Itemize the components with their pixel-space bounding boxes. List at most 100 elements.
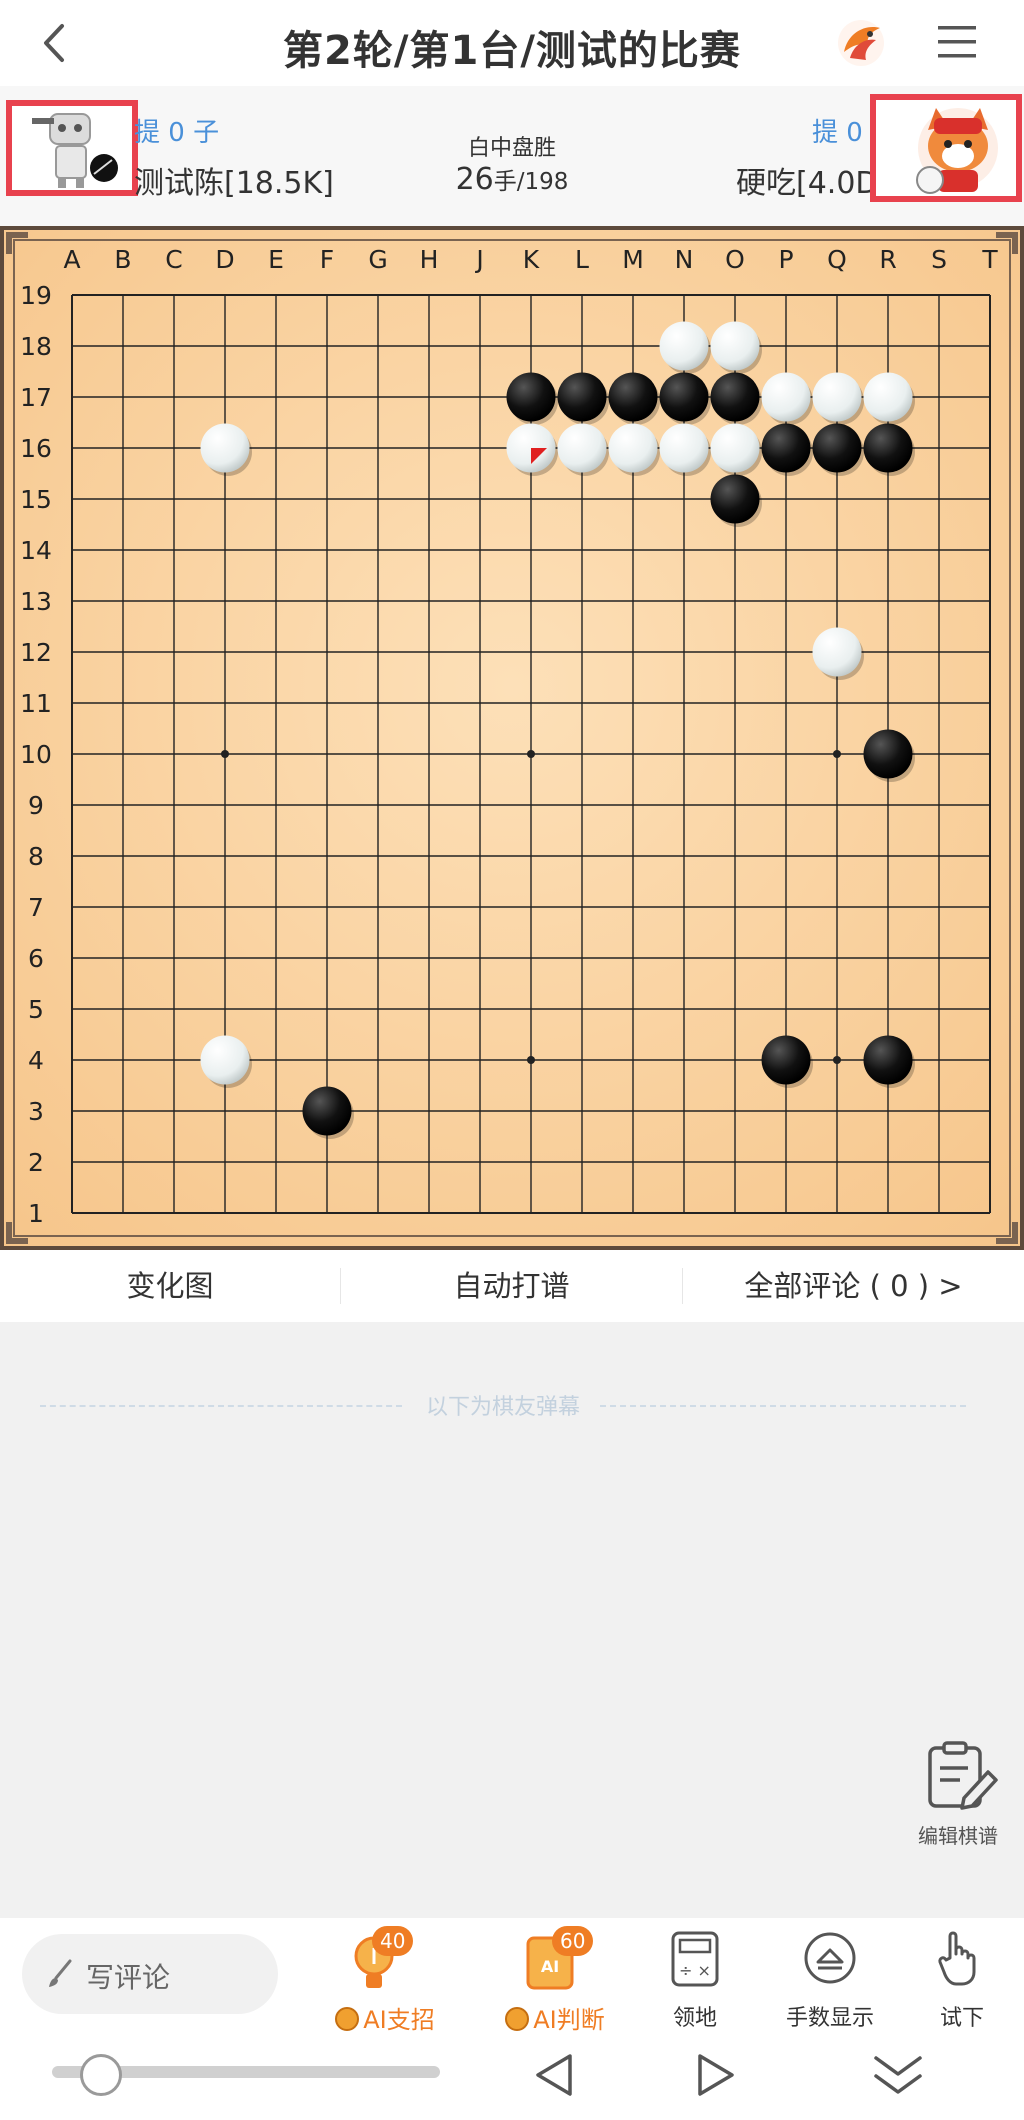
star-point [221, 750, 229, 758]
white-stone [608, 423, 658, 473]
column-label: H [420, 245, 439, 274]
white-player-avatar-highlight[interactable] [870, 94, 1022, 202]
comment-placeholder: 写评论 [86, 1961, 171, 1994]
header-bar: 第2轮/第1台/测试的比赛 [0, 0, 1024, 86]
column-label: B [114, 245, 131, 274]
black-stone [608, 372, 658, 422]
star-point [833, 1056, 841, 1064]
app-logo-icon [838, 20, 884, 66]
black-player-avatar-highlight[interactable] [6, 100, 138, 196]
column-label: N [675, 245, 694, 274]
ai-judge-icon-text: AI [541, 1957, 559, 1976]
white-stone [863, 372, 913, 422]
ai-move-label-text: AI支招 [363, 2006, 435, 2034]
ai-move-badge: 40 [372, 1926, 414, 1956]
row-label: 2 [28, 1148, 44, 1177]
ai-judge-badge: 60 [552, 1926, 594, 1956]
row-label: 12 [20, 638, 52, 667]
column-label: O [725, 245, 745, 274]
row-label: 3 [28, 1097, 44, 1126]
column-label: P [778, 245, 793, 274]
column-label: M [622, 245, 644, 274]
game-result: 白中盘胜 [467, 136, 556, 161]
move-total: 手/198 [493, 169, 569, 195]
white-stone [812, 627, 862, 677]
column-label: L [575, 245, 589, 274]
move-slider-thumb[interactable] [80, 2054, 122, 2096]
next-move-icon[interactable] [690, 2050, 740, 2100]
ai-judge-label: AI判断 [470, 2000, 640, 2035]
menu-icon[interactable] [935, 20, 979, 64]
calculator-icon: ÷ × [671, 1931, 719, 1987]
row-label: 7 [28, 893, 44, 922]
column-label: E [268, 245, 284, 274]
brush-icon [49, 1959, 72, 1987]
column-label: J [474, 245, 483, 274]
black-stone [863, 1035, 913, 1085]
white-stone [761, 372, 811, 422]
try-label: 试下 [939, 2006, 984, 2031]
column-label: G [368, 245, 387, 274]
row-label: 14 [20, 536, 52, 565]
black-stone [506, 372, 556, 422]
svg-text:÷ ×: ÷ × [679, 1961, 711, 1980]
black-stone [812, 423, 862, 473]
black-player-name: 测试陈[18.5K] [134, 166, 334, 201]
robot-avatar [12, 106, 132, 190]
edit-record-label: 编辑棋谱 [918, 1824, 998, 1848]
current-move: 26 [455, 162, 494, 197]
star-point [833, 750, 841, 758]
try-button[interactable]: 试下 [912, 1918, 1012, 2038]
ai-move-label: AI支招 [300, 2000, 470, 2035]
white-stone [200, 1035, 250, 1085]
fox-avatar [876, 100, 1016, 196]
column-label: D [215, 245, 234, 274]
coin-icon [505, 2007, 530, 2031]
ai-judge-button[interactable]: AI 60 AI判断 [470, 1918, 640, 2038]
previous-move-icon[interactable] [530, 2050, 580, 2100]
expand-down-icon[interactable] [870, 2050, 926, 2100]
row-label: 15 [20, 485, 52, 514]
danmu-divider: 以下为棋友弹幕 [40, 1385, 966, 1425]
row-label: 6 [28, 944, 44, 973]
tab-variation[interactable]: 变化图 [0, 1250, 340, 1322]
black-stone [302, 1086, 352, 1136]
black-captured-count: 提 0 子 [134, 118, 220, 148]
black-stone [863, 729, 913, 779]
black-stone [659, 372, 709, 422]
black-stone [710, 474, 760, 524]
white-stone [659, 321, 709, 371]
move-counter: 26手/198 [434, 162, 590, 197]
edit-record-button[interactable]: 编辑棋谱 [906, 1740, 1010, 1860]
row-label: 18 [20, 332, 52, 361]
ai-judge-label-text: AI判断 [533, 2006, 605, 2034]
board-tabs: 变化图 自动打谱 全部评论 ( 0 ) > [0, 1250, 1024, 1322]
move-display-icon [804, 1932, 856, 1984]
row-label: 5 [28, 995, 44, 1024]
column-label: R [879, 245, 896, 274]
row-label: 13 [20, 587, 52, 616]
black-stone [557, 372, 607, 422]
white-stone [710, 321, 760, 371]
row-label: 10 [20, 740, 52, 769]
move-display-button[interactable]: 手数显示 [760, 1918, 900, 2038]
tab-auto-record[interactable]: 自动打谱 [341, 1250, 682, 1322]
row-label: 8 [28, 842, 44, 871]
tab-comments[interactable]: 全部评论 ( 0 ) > [683, 1250, 1024, 1322]
ai-move-button[interactable]: 40 AI支招 [300, 1918, 470, 2038]
divider-line [600, 1405, 966, 1407]
black-stone [710, 372, 760, 422]
column-label: S [931, 245, 947, 274]
coin-icon [335, 2007, 360, 2031]
go-board[interactable]: A B C D E F G H J K L M N O P Q R S T191817161514131211109… [0, 226, 1024, 1250]
column-label: K [523, 245, 540, 274]
territory-button[interactable]: ÷ × 领地 [640, 1918, 750, 2038]
row-label: 4 [28, 1046, 44, 1075]
white-stone [557, 423, 607, 473]
star-point [527, 1056, 535, 1064]
column-label: T [981, 245, 998, 274]
white-stone [710, 423, 760, 473]
territory-label: 领地 [672, 2006, 717, 2031]
star-point [527, 750, 535, 758]
comment-input[interactable]: 写评论 [22, 1934, 278, 2014]
